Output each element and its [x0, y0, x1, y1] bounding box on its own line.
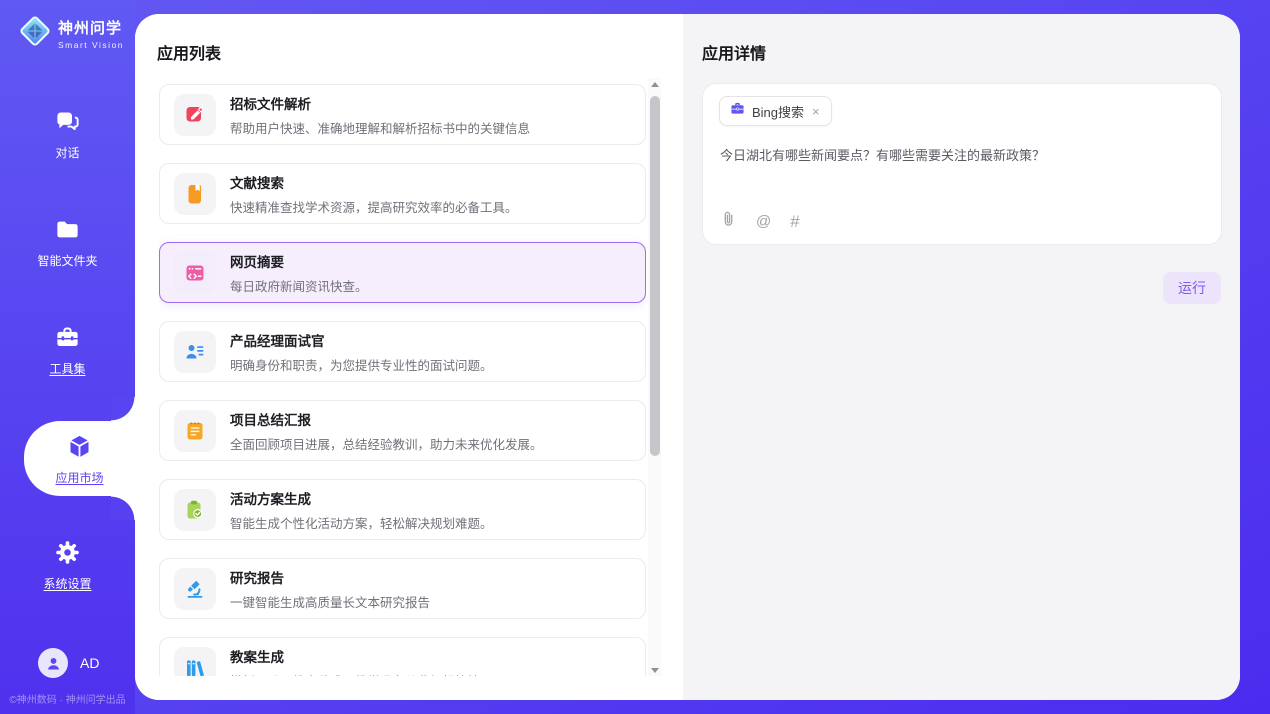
sidebar-item-smart-folder[interactable]: 智能文件夹: [0, 216, 135, 269]
app-list: 招标文件解析 帮助用户快速、准确地理解和解析招标书中的关键信息 文献搜索 快速精…: [159, 84, 646, 676]
sidebar-item-toolset[interactable]: 工具集: [0, 324, 135, 377]
active-tab-top-curve: [111, 397, 135, 421]
sidebar-item-label: 智能文件夹: [0, 252, 135, 269]
run-button[interactable]: 运行: [1163, 272, 1221, 304]
user-name: AD: [80, 655, 99, 671]
sidebar-item-label: 对话: [0, 144, 135, 161]
scroll-up-arrow-icon[interactable]: [648, 78, 661, 90]
brand-name: 神州问学: [58, 20, 122, 37]
app-name: 网页摘要: [230, 251, 368, 271]
paperclip-icon[interactable]: [720, 211, 737, 231]
book-icon: [174, 173, 216, 215]
app-name: 活动方案生成: [230, 488, 493, 508]
app-card-lesson-plan[interactable]: 教案生成 模板驱动，教案秒成，教学准备从此轻松快捷: [159, 637, 646, 676]
notepad-icon: [174, 410, 216, 452]
hash-icon[interactable]: #: [790, 213, 799, 230]
scrollbar-thumb[interactable]: [650, 96, 660, 456]
copyright-footer: ©神州数码 · 神州问学出品: [0, 691, 135, 706]
app-list-title: 应用列表: [157, 40, 221, 64]
app-detail-panel: 应用详情 Bing搜索 × 今日湖北有哪些新闻要点？有哪些需要关注的最新政: [683, 14, 1240, 700]
microscope-icon: [174, 568, 216, 610]
sidebar-item-label: 应用市场: [24, 469, 135, 486]
app-name: 招标文件解析: [230, 93, 530, 113]
briefcase-icon: [730, 101, 745, 121]
app-window: 神州问学 Smart Vision 对话 智能文件夹: [0, 0, 1270, 714]
cube-icon: [66, 447, 93, 464]
tool-chip-bing-search[interactable]: Bing搜索 ×: [719, 96, 832, 126]
app-desc: 每日政府新闻资讯快查。: [230, 276, 368, 295]
tool-chip-label: Bing搜索: [752, 102, 804, 121]
list-scrollbar[interactable]: [648, 78, 661, 676]
app-desc: 智能生成个性化活动方案，轻松解决规划难题。: [230, 513, 493, 532]
app-card-research-report[interactable]: 研究报告 一键智能生成高质量长文本研究报告: [159, 558, 646, 619]
app-card-project-summary[interactable]: 项目总结汇报 全面回顾项目进展，总结经验教训，助力未来优化发展。: [159, 400, 646, 461]
app-detail-title: 应用详情: [702, 40, 766, 64]
app-desc: 模板驱动，教案秒成，教学准备从此轻松快捷: [230, 671, 480, 677]
prompt-card: Bing搜索 × 今日湖北有哪些新闻要点？有哪些需要关注的最新政策？ @ #: [702, 83, 1222, 245]
books-icon: [174, 647, 216, 677]
gear-icon: [54, 553, 81, 570]
sidebar-item-app-market-active[interactable]: 应用市场: [24, 421, 135, 496]
toolbox-icon: [54, 338, 81, 355]
query-text[interactable]: 今日湖北有哪些新闻要点？有哪些需要关注的最新政策？: [720, 146, 1205, 166]
active-tab-bottom-curve: [111, 496, 135, 520]
app-card-pm-interviewer[interactable]: 产品经理面试官 明确身份和职责，为您提供专业性的面试问题。: [159, 321, 646, 382]
folder-icon: [54, 230, 81, 247]
avatar: [38, 648, 68, 678]
app-desc: 明确身份和职责，为您提供专业性的面试问题。: [230, 355, 493, 374]
app-list-panel: 应用列表 招标文件解析 帮助用户快速、准确地理解和解析招标书中的关键信息: [135, 14, 683, 700]
app-card-literature-search[interactable]: 文献搜索 快速精准查找学术资源，提高研究效率的必备工具。: [159, 163, 646, 224]
brand-diamond-icon: [18, 14, 52, 53]
brand-logo: 神州问学 Smart Vision: [18, 14, 124, 53]
app-card-event-plan[interactable]: 活动方案生成 智能生成个性化活动方案，轻松解决规划难题。: [159, 479, 646, 540]
app-desc: 快速精准查找学术资源，提高研究效率的必备工具。: [230, 197, 518, 216]
sidebar-item-chat[interactable]: 对话: [0, 108, 135, 161]
sidebar-item-settings[interactable]: 系统设置: [0, 539, 135, 592]
close-icon[interactable]: ×: [811, 104, 821, 119]
app-desc: 一键智能生成高质量长文本研究报告: [230, 592, 430, 611]
edit-document-icon: [174, 94, 216, 136]
sidebar-item-label: 工具集: [0, 360, 135, 377]
app-desc: 全面回顾项目进展，总结经验教训，助力未来优化发展。: [230, 434, 543, 453]
brand-subtitle: Smart Vision: [58, 40, 124, 50]
scroll-down-arrow-icon[interactable]: [648, 664, 661, 676]
sidebar: 神州问学 Smart Vision 对话 智能文件夹: [0, 0, 135, 714]
app-name: 教案生成: [230, 646, 480, 666]
sidebar-item-label: 系统设置: [0, 575, 135, 592]
interviewer-icon: [174, 331, 216, 373]
content-frame: 应用列表 招标文件解析 帮助用户快速、准确地理解和解析招标书中的关键信息: [135, 14, 1240, 700]
app-name: 文献搜索: [230, 172, 518, 192]
composer-toolbar: @ #: [720, 211, 800, 231]
app-card-web-summary-selected[interactable]: 网页摘要 每日政府新闻资讯快查。: [159, 242, 646, 303]
app-name: 产品经理面试官: [230, 330, 493, 350]
app-name: 研究报告: [230, 567, 430, 587]
browser-icon: [174, 252, 216, 294]
chat-icon: [54, 122, 81, 139]
user-account[interactable]: AD: [38, 648, 99, 678]
at-icon[interactable]: @: [756, 214, 771, 229]
app-card-bid-parse[interactable]: 招标文件解析 帮助用户快速、准确地理解和解析招标书中的关键信息: [159, 84, 646, 145]
app-name: 项目总结汇报: [230, 409, 543, 429]
clipboard-check-icon: [174, 489, 216, 531]
app-desc: 帮助用户快速、准确地理解和解析招标书中的关键信息: [230, 118, 530, 137]
